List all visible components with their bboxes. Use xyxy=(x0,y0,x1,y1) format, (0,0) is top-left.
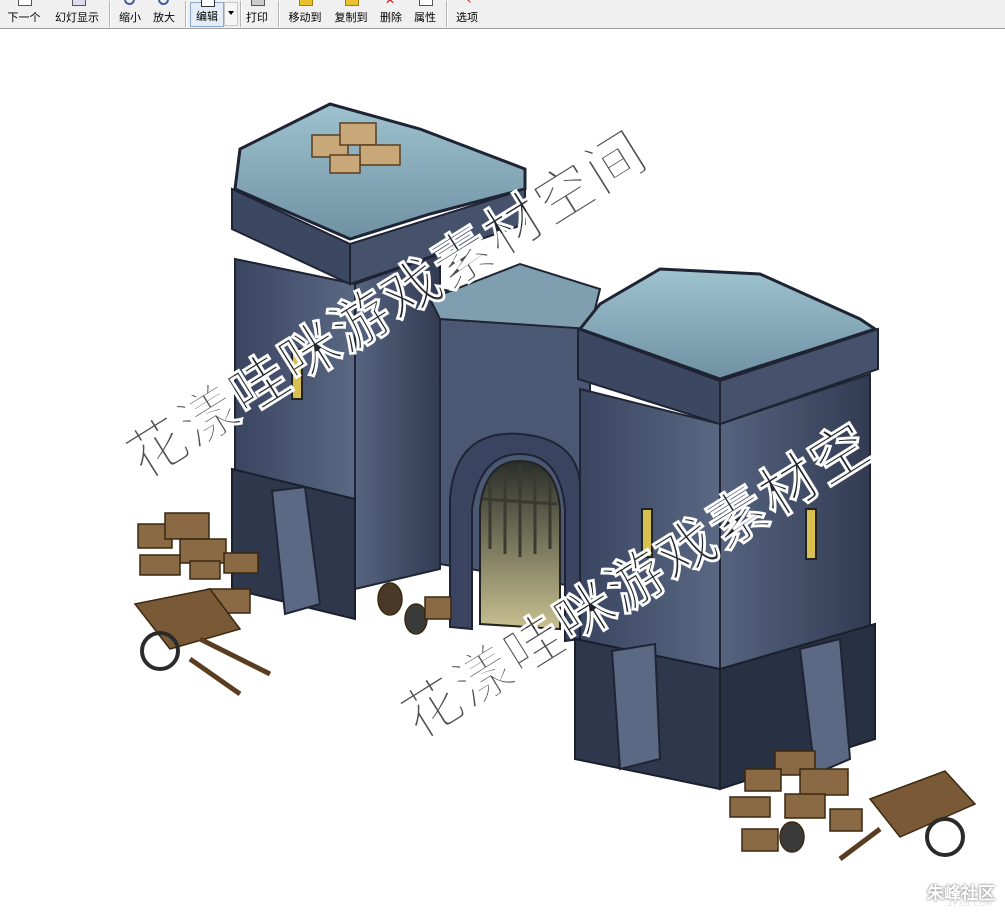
properties-label: 属性 xyxy=(414,11,436,24)
zoom-out-button[interactable]: 缩小 xyxy=(114,0,146,27)
properties-button[interactable]: 属性 xyxy=(410,0,440,27)
move-to-icon xyxy=(299,0,313,6)
next-button[interactable]: 下一个 xyxy=(2,0,46,27)
zoom-out-label: 缩小 xyxy=(119,11,141,24)
corner-logo-url: ZF3D.COM xyxy=(947,900,993,908)
edit-dropdown-arrow[interactable] xyxy=(224,2,238,26)
print-icon xyxy=(251,0,265,6)
zoom-out-icon xyxy=(124,0,135,5)
move-to-label: 移动到 xyxy=(288,11,322,24)
zoom-in-label: 放大 xyxy=(153,11,175,24)
edit-label: 编辑 xyxy=(196,10,218,23)
edit-button[interactable]: 编辑 xyxy=(190,0,224,27)
toolbar-separator xyxy=(240,1,242,27)
slideshow-icon xyxy=(72,0,86,6)
move-to-button[interactable]: 移动到 xyxy=(284,0,326,27)
viewer-toolbar: 下一个 幻灯显示 缩小 放大 编辑 打印 移动到 复制到 ✕ 删除 属性 ↖ xyxy=(0,0,1005,29)
image-canvas: 花漾哇咪游戏素材空间 花漾哇咪游戏素材空 朱峰社区 ZF3D.COM xyxy=(0,29,1005,910)
zoom-in-icon xyxy=(158,0,169,5)
delete-label: 删除 xyxy=(380,11,402,24)
copy-to-icon xyxy=(345,0,359,6)
print-label: 打印 xyxy=(246,11,268,24)
zoom-in-button[interactable]: 放大 xyxy=(148,0,180,27)
toolbar-separator xyxy=(446,1,448,27)
edit-icon xyxy=(201,0,215,7)
copy-to-button[interactable]: 复制到 xyxy=(330,0,372,27)
next-label: 下一个 xyxy=(7,11,41,24)
slideshow-button[interactable]: 幻灯显示 xyxy=(50,0,104,27)
toolbar-separator xyxy=(109,1,111,27)
properties-icon xyxy=(419,0,433,6)
delete-button[interactable]: ✕ 删除 xyxy=(376,0,406,27)
options-icon: ↖ xyxy=(463,0,475,6)
options-label: 选项 xyxy=(456,11,478,24)
next-icon xyxy=(18,0,32,6)
delete-icon: ✕ xyxy=(385,0,396,7)
copy-to-label: 复制到 xyxy=(334,11,368,24)
options-button[interactable]: ↖ 选项 xyxy=(452,0,482,27)
toolbar-separator xyxy=(185,1,187,27)
toolbar-separator xyxy=(278,1,280,27)
print-button[interactable]: 打印 xyxy=(243,0,271,27)
slideshow-label: 幻灯显示 xyxy=(55,11,99,24)
